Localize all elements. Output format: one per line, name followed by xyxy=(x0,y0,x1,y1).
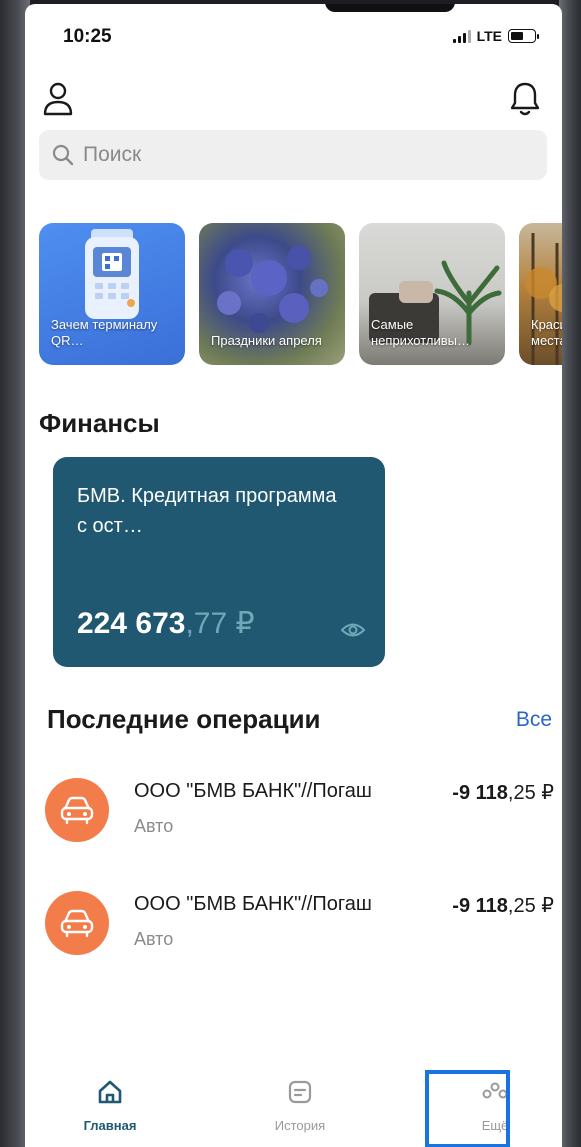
tab-history-label: История xyxy=(274,1118,326,1133)
status-bar: 10:25 LTE xyxy=(25,4,562,64)
eye-icon[interactable] xyxy=(340,621,366,639)
card-title: БМВ. Кредитная программа с ост… xyxy=(77,485,337,537)
operation-row[interactable]: ООО "БМВ БАНК"//Погаш Авто -9 118,25 ₽ xyxy=(45,883,562,973)
phone-screen: 10:25 LTE Поиск Зачем терминалу QR… Праз… xyxy=(25,4,562,1147)
tab-history[interactable]: История xyxy=(240,1079,360,1133)
operation-amount: -9 118,25 ₽ xyxy=(452,782,554,804)
story-card[interactable]: Самые неприхотливы… xyxy=(359,223,505,365)
device-frame-right xyxy=(559,0,581,1147)
loan-card[interactable]: БМВ. Кредитная программа с ост… 224 673,… xyxy=(53,457,385,667)
tab-home-label: Главная xyxy=(83,1118,137,1133)
story-card[interactable]: Краси места xyxy=(519,223,562,365)
all-operations-link[interactable]: Все xyxy=(516,708,552,732)
operation-name: ООО "БМВ БАНК"//Погаш xyxy=(134,780,372,802)
battery-icon xyxy=(508,29,539,43)
status-indicators: LTE xyxy=(452,28,539,44)
network-label: LTE xyxy=(476,28,502,44)
card-balance-frac: ,77 ₽ xyxy=(185,607,255,640)
operation-category: Авто xyxy=(134,816,174,836)
operation-name: ООО "БМВ БАНК"//Погаш xyxy=(134,893,372,915)
story-title: Краси места xyxy=(531,317,562,348)
signal-icon xyxy=(452,29,471,43)
profile-icon[interactable] xyxy=(41,80,75,118)
search-input[interactable] xyxy=(83,143,503,167)
bell-icon[interactable] xyxy=(508,80,542,118)
story-title: Самые неприхотливы… xyxy=(371,317,471,348)
history-icon xyxy=(288,1080,312,1104)
search-icon xyxy=(52,144,74,166)
operation-row[interactable]: ООО "БМВ БАНК"//Погаш Авто -9 118,25 ₽ xyxy=(45,770,562,860)
operation-category: Авто xyxy=(134,929,174,949)
car-icon xyxy=(45,778,109,842)
finance-section-title: Финансы xyxy=(39,408,160,438)
operation-amount: -9 118,25 ₽ xyxy=(452,895,554,917)
tab-home[interactable]: Главная xyxy=(50,1079,170,1133)
highlight-box xyxy=(425,1070,510,1147)
story-title: Праздники апреля xyxy=(211,333,322,348)
top-bar xyxy=(25,80,562,124)
operations-section-title: Последние операции xyxy=(47,704,321,734)
car-icon xyxy=(45,891,109,955)
story-title: Зачем терминалу QR… xyxy=(51,317,158,348)
story-card[interactable]: Зачем терминалу QR… xyxy=(39,223,185,365)
card-balance: 224 673,77 ₽ xyxy=(77,606,255,641)
stories-carousel[interactable]: Зачем терминалу QR… Праздники апреля Сам… xyxy=(39,223,562,367)
search-bar[interactable] xyxy=(39,130,547,180)
story-card[interactable]: Праздники апреля xyxy=(199,223,345,365)
home-icon xyxy=(98,1080,122,1104)
status-time: 10:25 xyxy=(63,26,112,47)
card-balance-int: 224 673 xyxy=(77,607,186,640)
